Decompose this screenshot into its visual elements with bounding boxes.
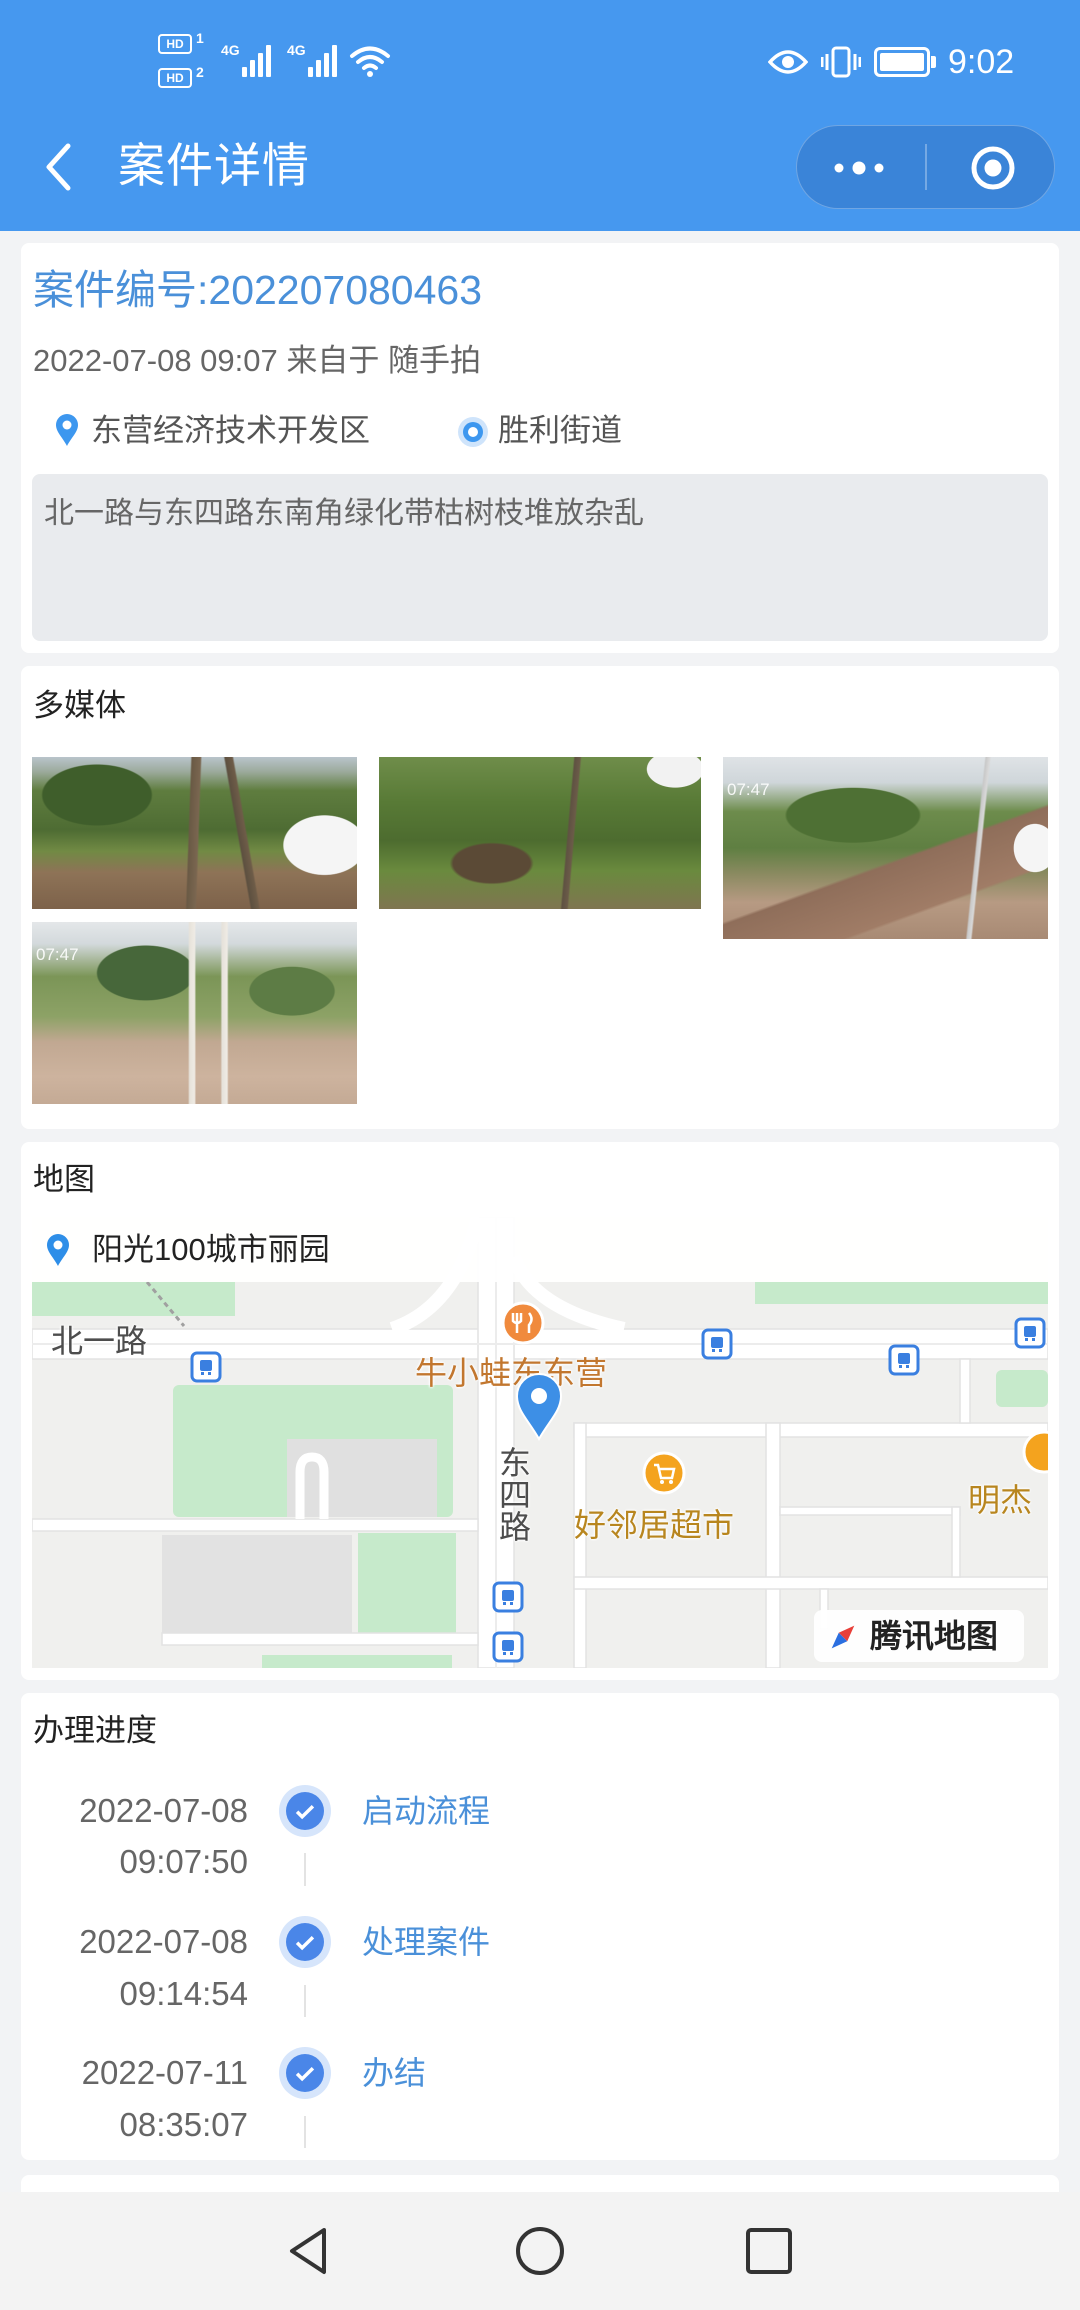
battery-icon: [874, 47, 930, 77]
map-label-restaurant[interactable]: 牛小蛙东东营: [415, 1356, 607, 1390]
map-title: 地图: [33, 1162, 95, 1197]
clock: 9:02: [948, 43, 1015, 81]
bus-stop-icon: [492, 1631, 524, 1663]
bus-stop-icon: [190, 1351, 222, 1383]
restaurant-icon: [501, 1301, 545, 1345]
map-label-supermarket[interactable]: 好邻居超市: [574, 1508, 734, 1542]
vibrate-icon: [821, 46, 861, 78]
map-label-road: 东四路: [495, 1446, 531, 1542]
location-pin-icon: [56, 414, 78, 446]
case-description: 北一路与东四路东南角绿化带枯树枝堆放杂乱: [44, 497, 644, 530]
timeline-connector: [304, 1985, 306, 2017]
photo-3[interactable]: 07:47: [723, 757, 1048, 939]
check-circle-icon: [279, 2047, 331, 2099]
timeline-connector: [304, 1853, 306, 1886]
photo-timestamp: 07:47: [727, 780, 770, 799]
hd-badge-sim1: HD: [158, 34, 192, 54]
check-circle-icon: [279, 1785, 331, 1837]
photo-2[interactable]: [379, 757, 701, 909]
case-info-card: 案件编号:202207080463 2022-07-08 09:07 来自于 随…: [21, 243, 1059, 653]
more-dots-icon[interactable]: [831, 156, 887, 180]
target-circle-icon[interactable]: [968, 143, 1018, 193]
map-card: 地图 北一路 牛小蛙东东营 东四路 好邻居超市 明杰 阳光100城市丽园 腾讯地…: [21, 1142, 1059, 1680]
progress-title: 办理进度: [33, 1713, 157, 1748]
step-label: 办结: [362, 2055, 427, 2091]
map-brand-logo: 腾讯地图: [814, 1610, 1024, 1662]
battery-nub: [931, 56, 936, 68]
progress-card: 办理进度 2022-07-08 09:07:50 启动流程 2022-07-08…: [21, 1693, 1059, 2160]
case-street: 胜利街道: [498, 413, 622, 448]
step-time: 08:35:07: [119, 2106, 248, 2143]
signal-icon: [242, 44, 271, 77]
network-type-2: 4G: [287, 42, 306, 58]
media-card: 多媒体 07:47 07:47: [21, 666, 1059, 1129]
shopping-cart-icon: [642, 1451, 686, 1495]
wifi-icon: [350, 46, 390, 77]
network-type-1: 4G: [221, 42, 240, 58]
map-location-bar: 阳光100城市丽园: [32, 1217, 1048, 1282]
bus-stop-icon: [888, 1344, 920, 1376]
media-title: 多媒体: [33, 688, 126, 723]
page-title: 案件详情: [118, 139, 310, 192]
step-date: 2022-07-08: [79, 1792, 248, 1829]
home-circle-icon[interactable]: [513, 2224, 567, 2278]
bus-stop-icon: [1014, 1317, 1046, 1349]
step-label: 启动流程: [362, 1793, 491, 1829]
eye-icon: [768, 50, 808, 74]
system-nav-bar: [0, 2192, 1080, 2310]
app-header: HD 1 HD 2 4G 4G 9:02 案件详情: [0, 0, 1080, 231]
step-label: 处理案件: [362, 1924, 491, 1960]
bus-stop-icon: [701, 1328, 733, 1360]
photo-4[interactable]: 07:47: [32, 922, 357, 1104]
map-label-shop[interactable]: 明杰: [968, 1483, 1032, 1517]
sim2-index: 2: [196, 64, 204, 80]
description-box: 北一路与东四路东南角绿化带枯树枝堆放杂乱: [32, 474, 1048, 641]
bus-stop-icon: [492, 1581, 524, 1613]
next-card: [21, 2175, 1059, 2192]
signal-icon: [308, 44, 337, 77]
photo-timestamp: 07:47: [36, 945, 79, 964]
map-brand-text: 腾讯地图: [870, 1618, 999, 1654]
step-date: 2022-07-11: [81, 2054, 248, 2091]
sim1-index: 1: [196, 30, 204, 46]
step-time: 09:07:50: [119, 1843, 248, 1880]
step-date: 2022-07-08: [79, 1923, 248, 1960]
location-pin-icon: [47, 1234, 69, 1266]
recents-square-icon[interactable]: [744, 2226, 794, 2276]
capsule-divider: [925, 144, 927, 190]
case-number: 案件编号:202207080463: [33, 267, 483, 313]
map-marker-icon: [515, 1373, 563, 1441]
case-meta: 2022-07-08 09:07 来自于 随手拍: [33, 343, 481, 378]
map-label-road: 北一路: [51, 1323, 148, 1359]
map-location-name: 阳光100城市丽园: [92, 1232, 330, 1267]
step-time: 09:14:54: [119, 1975, 248, 2012]
chevron-left-icon[interactable]: [40, 140, 76, 194]
compass-icon: [831, 1625, 855, 1649]
target-location-icon: [458, 417, 488, 447]
photo-1[interactable]: [32, 757, 357, 909]
timeline-connector: [304, 2116, 306, 2148]
case-district: 东营经济技术开发区: [91, 413, 370, 448]
mini-program-capsule: [796, 125, 1055, 209]
map-view[interactable]: 北一路 牛小蛙东东营 东四路 好邻居超市 明杰 阳光100城市丽园 腾讯地图: [32, 1217, 1048, 1668]
map-canvas: [32, 1217, 1048, 1668]
back-triangle-icon[interactable]: [284, 2224, 332, 2278]
check-circle-icon: [279, 1916, 331, 1968]
hd-badge-sim2: HD: [158, 68, 192, 88]
